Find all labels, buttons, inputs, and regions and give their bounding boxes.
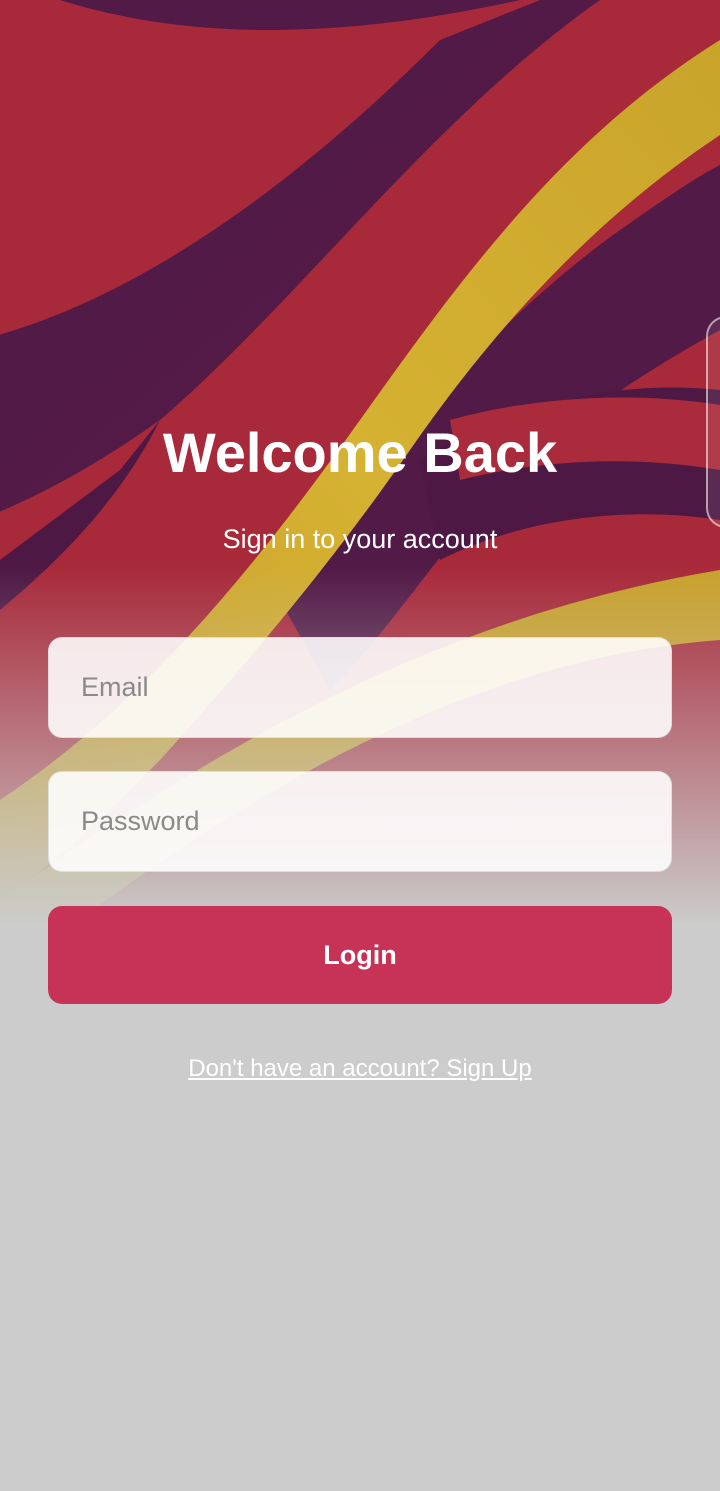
page-title: Welcome Back [162,421,558,484]
password-field[interactable] [48,771,672,872]
signup-link[interactable]: Don't have an account? Sign Up [0,1053,720,1085]
login-button[interactable]: Login [48,906,672,1004]
page-subtitle: Sign in to your account [222,524,498,554]
login-screen: Welcome Back Sign in to your account Log… [0,0,720,1491]
email-field[interactable] [48,637,672,738]
